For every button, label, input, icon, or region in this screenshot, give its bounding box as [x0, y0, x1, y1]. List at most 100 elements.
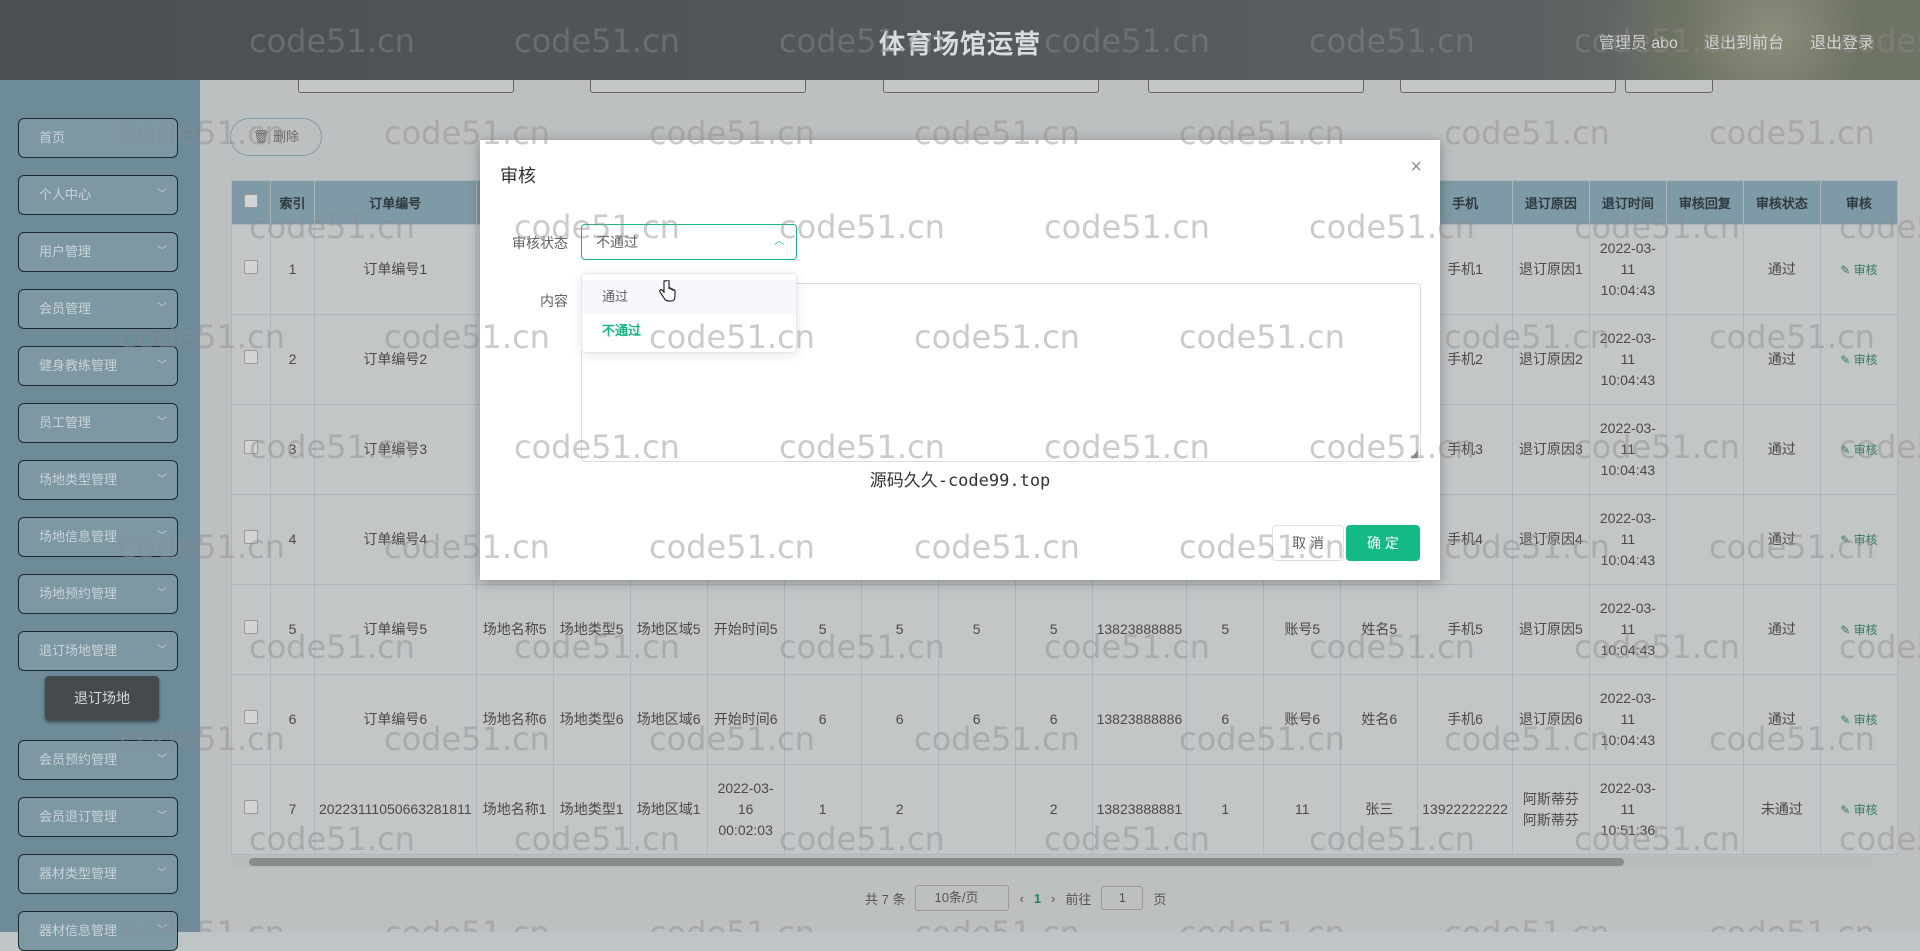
row-checkbox[interactable]: [244, 710, 258, 724]
delete-button[interactable]: 🗑 删除: [230, 118, 322, 156]
row-select-cell: [231, 764, 271, 855]
cell-idx: 7: [270, 764, 315, 855]
cell-order: 20223111050663281811: [314, 764, 477, 855]
sidebar: 首页个人中心 ﹀ 用户管理 ﹀ 会员管理 ﹀ 健身教练管理 ﹀ 员工管理 ﹀ 场地类型管理 ﹀ 场地信息…: [0, 80, 200, 951]
cell-area: 场地区域6: [629, 674, 708, 765]
review-dialog: 审核 × 审核状态 不通过 ︿ 内容 ◢ 源码久久-code99.top 取 消…: [480, 140, 1440, 580]
cell-reason: 阿斯蒂芬阿斯蒂芬: [1511, 764, 1590, 855]
sidebar-item[interactable]: 场地信息管理 ﹀: [18, 517, 178, 557]
review-link[interactable]: ✎ 审核: [1840, 713, 1877, 727]
filter-input[interactable]: [1148, 80, 1364, 93]
sidebar-item[interactable]: 会员管理 ﹀: [18, 289, 178, 329]
logout-link[interactable]: 退出登录: [1810, 29, 1874, 53]
edit-icon: ✎: [1840, 532, 1851, 547]
cell-review-action: ✎ 审核: [1819, 494, 1898, 585]
cell-time: 2022-03-11 10:04:43: [1588, 314, 1667, 405]
row-checkbox[interactable]: [244, 260, 258, 274]
row-checkbox[interactable]: [244, 530, 258, 544]
sidebar-item[interactable]: 会员退订管理 ﹀: [18, 797, 178, 837]
current-page[interactable]: 1: [1034, 891, 1041, 906]
sidebar-item[interactable]: 员工管理 ﹀: [18, 403, 178, 443]
scroll-thumb[interactable]: [249, 858, 1624, 866]
sidebar-item[interactable]: 会员预约管理 ﹀: [18, 740, 178, 780]
close-icon[interactable]: ×: [1410, 156, 1422, 179]
chevron-down-icon: ﹀: [157, 246, 167, 257]
cell-reply: [1665, 764, 1744, 855]
cell-n4: 6: [1014, 674, 1093, 765]
hand-cursor-icon: [659, 280, 676, 302]
review-link-label: 审核: [1853, 532, 1878, 547]
sidebar-item[interactable]: 器材类型管理 ﹀: [18, 854, 178, 894]
review-link[interactable]: ✎ 审核: [1840, 803, 1877, 817]
cell-type: 场地类型1: [552, 764, 631, 855]
status-select[interactable]: 不通过 ︿: [581, 224, 797, 260]
review-link[interactable]: ✎ 审核: [1840, 443, 1877, 457]
cell-account: 账号6: [1263, 674, 1342, 765]
current-user: 管理员 abo: [1598, 35, 1678, 52]
row-checkbox[interactable]: [244, 350, 258, 364]
cell-reply: [1665, 224, 1744, 315]
cell-n3: [937, 764, 1016, 855]
chevron-down-icon: ﹀: [157, 189, 167, 200]
edit-icon: ✎: [1840, 442, 1851, 457]
cell-mobile: 手机6: [1417, 674, 1513, 765]
search-button[interactable]: [1625, 80, 1713, 93]
status-select-value: 不通过: [596, 234, 638, 250]
review-link[interactable]: ✎ 审核: [1840, 533, 1877, 547]
page-size-select[interactable]: 10条/页: [915, 885, 1010, 911]
column-header: 退订原因: [1511, 180, 1590, 225]
sidebar-item[interactable]: 场地预约管理 ﹀: [18, 574, 178, 614]
sidebar-item[interactable]: 健身教练管理 ﹀: [18, 346, 178, 386]
cell-reply: [1665, 314, 1744, 405]
exit-to-front-link[interactable]: 退出到前台: [1704, 29, 1784, 53]
sidebar-item[interactable]: 退订场地管理 ﹀: [18, 631, 178, 671]
filter-input[interactable]: [590, 80, 806, 93]
select-all-checkbox[interactable]: [244, 194, 258, 208]
option-pass[interactable]: 通过: [582, 280, 796, 314]
cell-status: 通过: [1742, 494, 1821, 585]
sidebar-item[interactable]: 场地类型管理 ﹀: [18, 460, 178, 500]
cell-status: 未通过: [1742, 764, 1821, 855]
chevron-down-icon: ﹀: [157, 417, 167, 428]
resize-grip-icon[interactable]: ◢: [1410, 449, 1418, 460]
cancel-button[interactable]: 取 消: [1272, 525, 1344, 561]
chevron-down-icon: ﹀: [157, 474, 167, 485]
row-checkbox[interactable]: [244, 440, 258, 454]
filter-input[interactable]: [1400, 80, 1616, 93]
column-header: 审核: [1819, 180, 1898, 225]
cell-reply: [1665, 584, 1744, 675]
cell-reason: 退订原因3: [1511, 404, 1590, 495]
review-link-label: 审核: [1853, 352, 1878, 367]
cell-n4: 5: [1014, 584, 1093, 675]
sidebar-item[interactable]: 用户管理 ﹀: [18, 232, 178, 272]
sidebar-item[interactable]: 首页: [18, 118, 178, 158]
cell-status: 通过: [1742, 674, 1821, 765]
cell-type: 场地类型5: [552, 584, 631, 675]
row-checkbox[interactable]: [244, 620, 258, 634]
review-link[interactable]: ✎ 审核: [1840, 263, 1877, 277]
table-row: 7 20223111050663281811 场地名称1 场地类型1 场地区域1 2022…: [231, 764, 1898, 855]
cell-order: 订单编号6: [314, 674, 477, 765]
review-link-label: 审核: [1853, 712, 1878, 727]
confirm-button[interactable]: 确 定: [1346, 525, 1420, 561]
sidebar-subitem-active[interactable]: 退订场地: [45, 676, 159, 720]
option-fail[interactable]: 不通过: [582, 314, 796, 348]
chevron-down-icon: ﹀: [157, 811, 167, 822]
cell-status: 通过: [1742, 314, 1821, 405]
row-checkbox[interactable]: [244, 800, 258, 814]
sidebar-item[interactable]: 器材信息管理 ﹀: [18, 911, 178, 951]
cell-reply: [1665, 674, 1744, 765]
prev-page-button[interactable]: ‹: [1019, 891, 1023, 906]
review-link[interactable]: ✎ 审核: [1840, 623, 1877, 637]
sidebar-item-label: 场地预约管理: [39, 586, 118, 601]
filter-input[interactable]: [298, 80, 514, 93]
sidebar-item[interactable]: 个人中心 ﹀: [18, 175, 178, 215]
goto-page-input[interactable]: 1: [1101, 886, 1144, 910]
cell-venue: 场地名称1: [475, 764, 554, 855]
filter-input[interactable]: [883, 80, 1099, 93]
cell-account: 账号5: [1263, 584, 1342, 675]
cell-phone: 13823888886: [1091, 674, 1188, 765]
next-page-button[interactable]: ›: [1051, 891, 1055, 906]
horizontal-scrollbar[interactable]: [231, 856, 1871, 868]
review-link[interactable]: ✎ 审核: [1840, 353, 1877, 367]
